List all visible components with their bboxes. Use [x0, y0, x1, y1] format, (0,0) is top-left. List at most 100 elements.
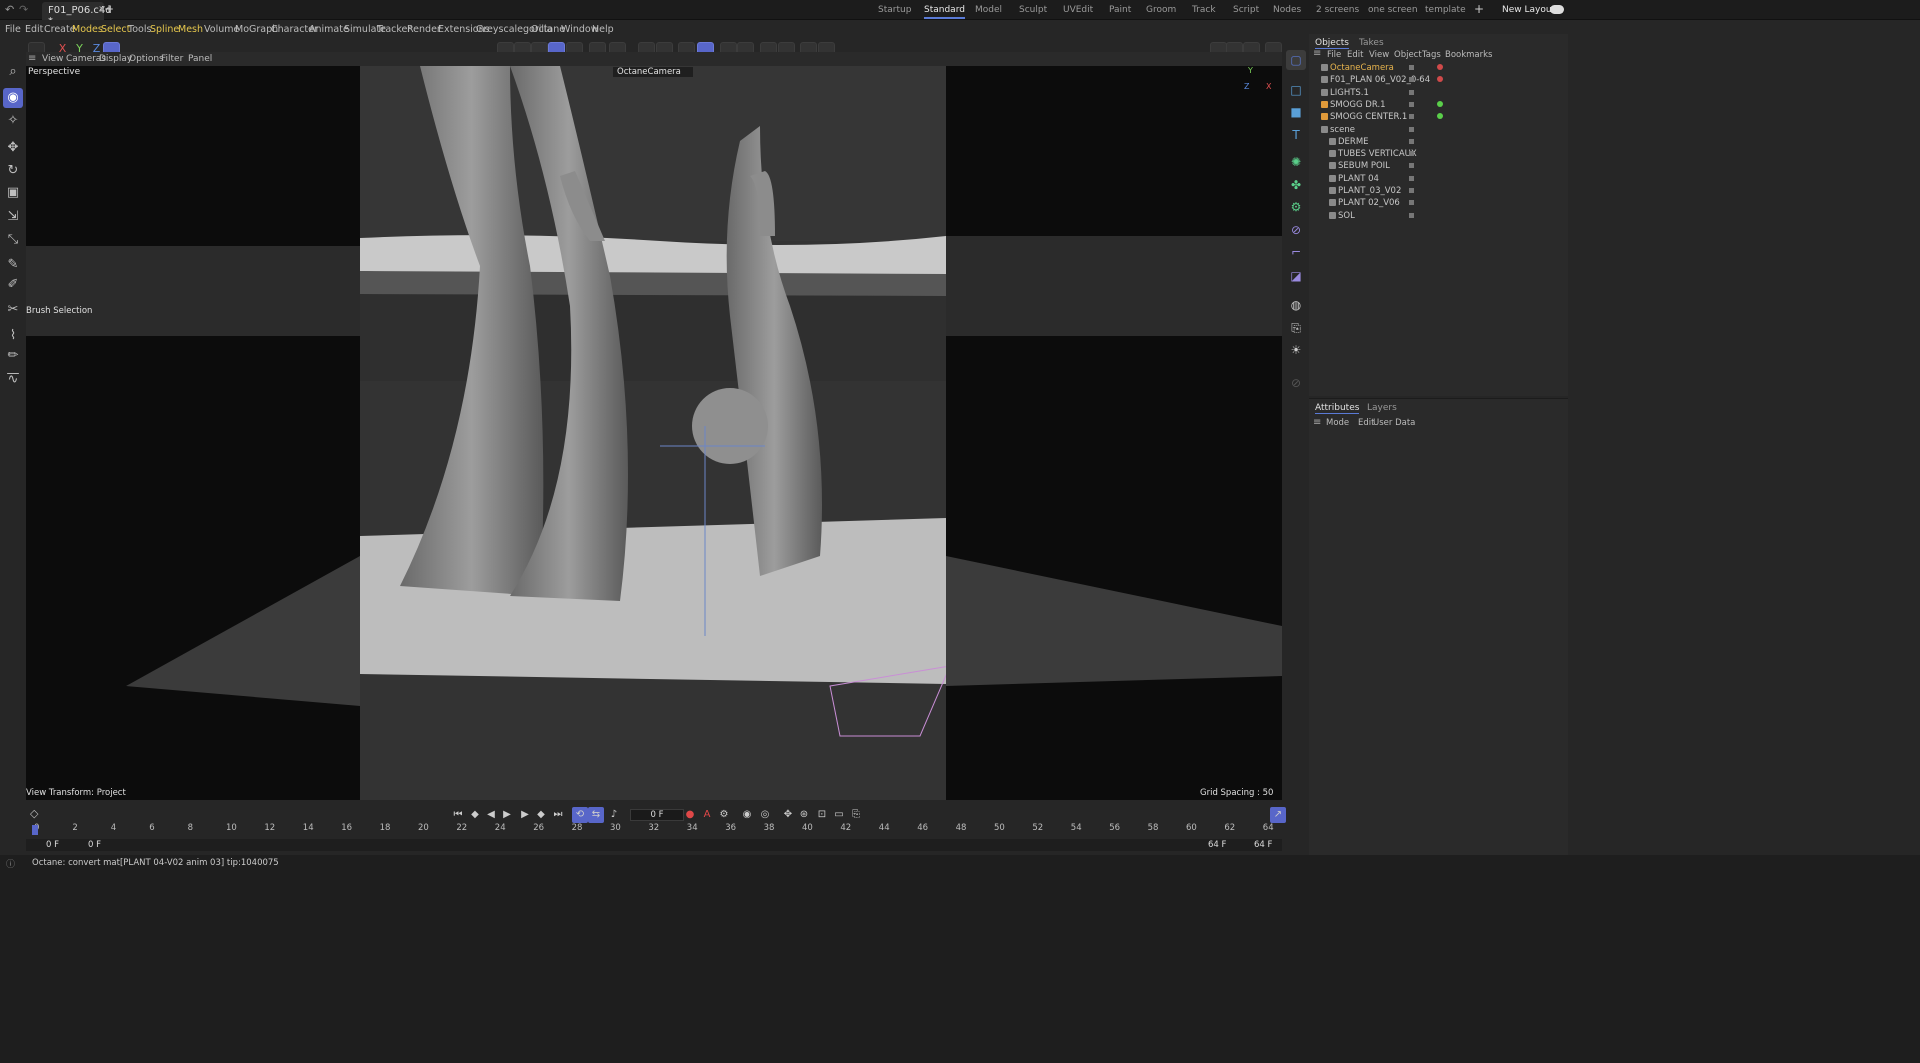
pla-icon[interactable]: ▭ [831, 807, 847, 823]
object-row[interactable]: PLANT 04 [1309, 173, 1568, 185]
material-tag-icon[interactable] [1437, 113, 1443, 120]
go-end-icon[interactable]: ⏭ [550, 807, 566, 823]
transform-icon[interactable]: ⇲ [3, 207, 23, 227]
object-mode-icon[interactable]: ▢ [1286, 50, 1306, 70]
visibility-icon[interactable] [1409, 163, 1414, 169]
pen-icon[interactable]: ✎ [3, 255, 23, 275]
viewport-menu-filter[interactable]: Filter [161, 54, 183, 64]
range-icon[interactable]: ⇆ [588, 807, 604, 823]
objects-menu-file[interactable]: File [1327, 50, 1341, 60]
layout-tab-nodes[interactable]: Nodes [1273, 5, 1301, 15]
rotate-icon[interactable]: ↻ [3, 161, 23, 181]
keyframe-settings-icon[interactable]: ⚙ [716, 807, 732, 823]
menu-select[interactable]: Select [101, 24, 130, 35]
add-layout-icon[interactable]: + [1474, 2, 1484, 16]
menu-spline[interactable]: Spline [150, 24, 179, 35]
polygon-icon[interactable]: ◪ [1286, 266, 1306, 286]
layout-toggle[interactable] [1550, 5, 1564, 14]
object-row[interactable]: F01_PLAN 06_V02_0-64 [1309, 74, 1568, 86]
layout-tab-track[interactable]: Track [1192, 5, 1216, 15]
object-row[interactable]: PLANT 02_V06 [1309, 197, 1568, 209]
next-frame-icon[interactable]: ▶ [517, 807, 533, 823]
mograph-cloner-icon[interactable]: ✺ [1286, 152, 1306, 172]
menu-create[interactable]: Create [44, 24, 76, 35]
tab-takes[interactable]: Takes [1359, 38, 1384, 48]
layout-tab-script[interactable]: Script [1233, 5, 1259, 15]
visibility-icon[interactable] [1409, 212, 1414, 218]
layout-tab-uvedit[interactable]: UVEdit [1063, 5, 1093, 15]
go-start-icon[interactable]: ⏮ [450, 807, 466, 823]
hamburger-icon[interactable]: ≡ [28, 53, 36, 64]
tab-layers[interactable]: Layers [1367, 403, 1397, 413]
visibility-icon[interactable] [1409, 151, 1414, 157]
layout-tab-standard[interactable]: Standard [924, 5, 965, 19]
object-row[interactable]: LIGHTS.1 [1309, 87, 1568, 99]
start-frame-field[interactable]: 0 F [46, 840, 59, 850]
layout-tab-one-screen[interactable]: one screen [1368, 5, 1418, 15]
layout-tab-startup[interactable]: Startup [878, 5, 911, 15]
viewport-menu-view[interactable]: View [42, 54, 63, 64]
add-tab-icon[interactable]: + [104, 2, 114, 16]
object-row[interactable]: TUBES VERTICAUX [1309, 148, 1568, 160]
prev-key-icon[interactable]: ◆ [467, 807, 483, 823]
undo-icon[interactable]: ↶ [5, 3, 14, 16]
objects-menu-tags[interactable]: Tags [1422, 50, 1441, 60]
record-icon[interactable]: ● [682, 807, 698, 823]
knife-icon[interactable]: ✂ [3, 300, 23, 320]
sketch-icon[interactable]: ✐ [3, 275, 23, 295]
play-icon[interactable]: ▶ [499, 807, 515, 823]
visibility-icon[interactable] [1409, 89, 1414, 95]
attr-menu-edit[interactable]: Edit [1358, 418, 1374, 428]
gear-icon[interactable]: ⚙ [1286, 197, 1306, 217]
menu-edit[interactable]: Edit [25, 24, 43, 35]
menu-help[interactable]: Help [592, 24, 614, 35]
paint-icon[interactable]: ✏ [3, 346, 23, 366]
cube-icon[interactable]: □ [1286, 80, 1306, 100]
visibility-icon[interactable] [1409, 77, 1414, 83]
menu-octane[interactable]: Octane [531, 24, 565, 35]
attr-menu-mode[interactable]: Mode [1326, 418, 1349, 428]
octane-tag-icon[interactable] [1437, 76, 1443, 83]
brush-icon[interactable]: ⌇ [3, 326, 23, 346]
objects-menu-object[interactable]: Object [1394, 50, 1422, 60]
visibility-icon[interactable] [1409, 200, 1414, 206]
visibility-icon[interactable] [1409, 138, 1414, 144]
viewport-menu-options[interactable]: Options [129, 54, 164, 64]
menu-modes[interactable]: Modes [72, 24, 103, 35]
world-icon[interactable]: ◍ [1286, 295, 1306, 315]
layout-tab-paint[interactable]: Paint [1109, 5, 1131, 15]
autokey-icon[interactable]: A [699, 807, 715, 823]
param-key-icon[interactable]: ⊡ [814, 807, 830, 823]
visibility-icon[interactable] [1409, 114, 1414, 120]
move-key-icon[interactable]: ✥ [780, 807, 796, 823]
visibility-icon[interactable] [1409, 101, 1414, 107]
layout-tab-groom[interactable]: Groom [1146, 5, 1176, 15]
pos-icon[interactable]: ◉ [739, 807, 755, 823]
attr-menu-user-data[interactable]: User Data [1373, 418, 1415, 428]
playhead[interactable] [32, 825, 38, 835]
spline-pen-icon[interactable]: ⌐ [1286, 242, 1306, 262]
extrude-icon[interactable]: ⤡ [3, 230, 23, 250]
end-frame-field[interactable]: 64 F [1254, 840, 1272, 850]
camera-icon[interactable]: ⎘ [1286, 318, 1306, 338]
file-tab[interactable]: F01_P06.c4d *× [42, 2, 112, 27]
scale-icon[interactable]: ▣ [3, 183, 23, 203]
loop-icon[interactable]: ⟲ [572, 807, 588, 823]
deformer-icon[interactable]: ⊘ [1286, 220, 1306, 240]
graph-icon[interactable]: ↗ [1270, 807, 1286, 823]
menu-animate[interactable]: Animate [309, 24, 349, 35]
visibility-icon[interactable] [1409, 188, 1414, 193]
next-key-icon[interactable]: ◆ [533, 807, 549, 823]
prev-frame-icon[interactable]: ◀ [483, 807, 499, 823]
object-row[interactable]: SEBUM POIL [1309, 160, 1568, 172]
objects-menu-bookmarks[interactable]: Bookmarks [1445, 50, 1493, 60]
preview-start-field[interactable]: 0 F [88, 840, 101, 850]
layout-tab-template[interactable]: template [1425, 5, 1466, 15]
layout-tab-2-screens[interactable]: 2 screens [1316, 5, 1359, 15]
mograph-cluster-icon[interactable]: ✤ [1286, 175, 1306, 195]
viewport-menu-panel[interactable]: Panel [188, 54, 212, 64]
live-selection-icon[interactable]: ◉ [3, 88, 23, 108]
layout-tab-model[interactable]: Model [975, 5, 1002, 15]
sound-icon[interactable]: ♪ [606, 807, 622, 823]
visibility-icon[interactable] [1409, 175, 1414, 181]
